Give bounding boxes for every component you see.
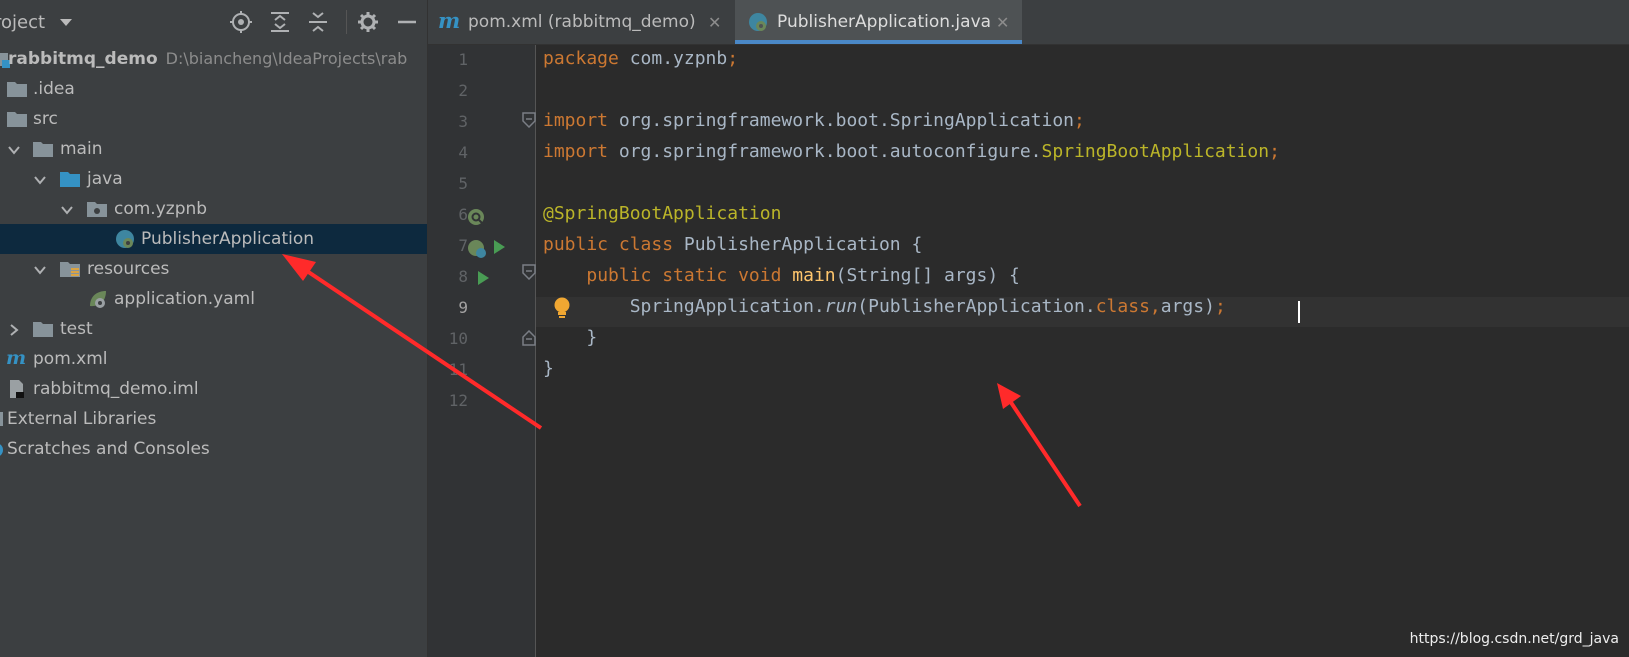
watermark: https://blog.csdn.net/grd_java [1409,631,1619,647]
red-arrow-to-editor [1006,396,1082,508]
annotation-arrows [282,254,1082,508]
red-arrow-to-tree [296,263,543,430]
red-arrowhead [282,254,316,281]
red-arrowhead [997,383,1021,409]
